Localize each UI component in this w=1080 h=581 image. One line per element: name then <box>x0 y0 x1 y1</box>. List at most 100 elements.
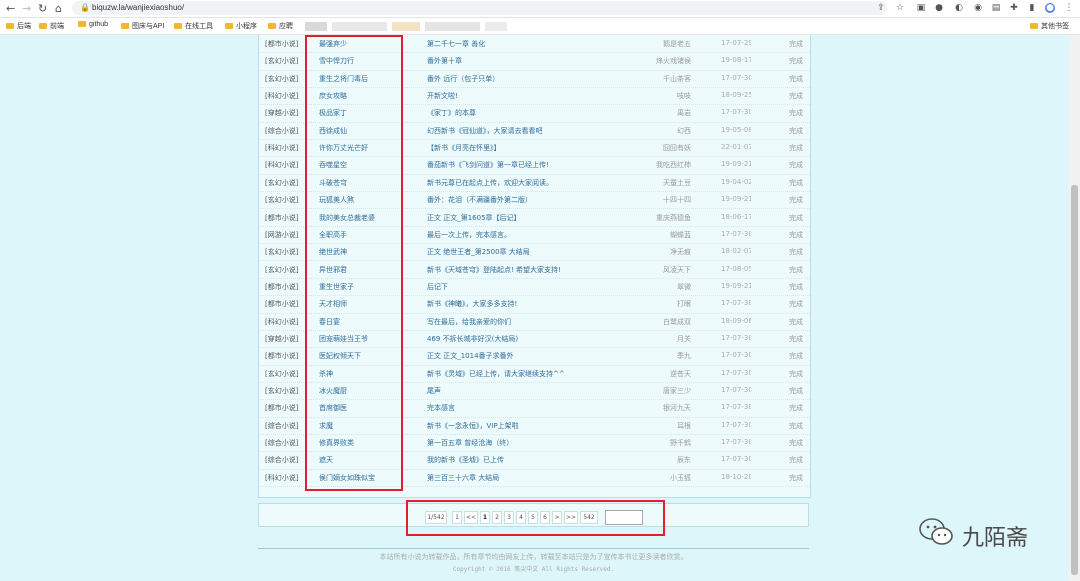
extension-icon[interactable]: ● <box>934 3 944 13</box>
novel-category: [都市小说] <box>265 404 299 413</box>
bookmark-folder[interactable]: 在线工具 <box>174 21 213 31</box>
other-bookmarks[interactable]: 其他书签 <box>1030 21 1069 31</box>
back-arrow-icon[interactable]: ← <box>6 2 15 15</box>
footer-notice: 本站所有小说为转载作品，所有章节均由网友上传，转载至本站只是为了宣传本书让更多读… <box>379 553 688 561</box>
scrollbar[interactable] <box>1069 35 1080 581</box>
update-date: 18-02-07 <box>721 247 751 256</box>
menu-icon[interactable]: ⋮ <box>1064 3 1074 13</box>
novel-category: [网游小说] <box>265 230 299 239</box>
bookmark-folder[interactable]: 后端 <box>6 21 31 31</box>
update-date: 17-07-30 <box>721 368 751 377</box>
novel-author: 天蚕土豆 <box>663 178 691 187</box>
extension-icon[interactable]: ▤ <box>991 3 1001 13</box>
browser-toolbar: ← → ↻ ⌂ 🔒 biquzw.la/wanjiexiaoshuo/ ⇪ ☆ … <box>0 0 1080 18</box>
latest-chapter[interactable]: 第一百五章 曾经沧海（终） <box>427 438 617 448</box>
latest-chapter[interactable]: 番茄新书《飞剑问道》第一章已经上传! <box>427 160 617 170</box>
update-date: 17-07-30 <box>721 299 751 308</box>
bookmark-folder[interactable]: 应聘 <box>268 21 293 31</box>
latest-chapter[interactable]: 正文 正文_第1605章【后记】 <box>427 213 617 223</box>
bookmark-folder[interactable]: 前端 <box>39 21 64 31</box>
update-date: 19-04-02 <box>721 177 751 186</box>
latest-chapter[interactable]: 新书《天域苍穹》登陆起点! 希望大家支持! <box>427 265 617 275</box>
home-icon[interactable]: ⌂ <box>55 2 62 15</box>
blurred-bookmark <box>425 22 480 31</box>
latest-chapter[interactable]: 【新书《月亮在怀里》】 <box>427 143 617 153</box>
extension-icon[interactable]: ◐ <box>954 3 964 13</box>
novel-author: 白鹭成双 <box>663 317 691 326</box>
sidebar-icon[interactable]: ▮ <box>1027 3 1037 13</box>
novel-status: 完成 <box>789 109 803 118</box>
share-icon[interactable]: ⇪ <box>876 3 886 13</box>
latest-chapter[interactable]: 正文 正文_1014番子求番外 <box>427 351 617 361</box>
novel-status: 完成 <box>789 300 803 309</box>
update-date: 19-09-21 <box>721 281 751 290</box>
novel-category: [都市小说] <box>265 213 299 222</box>
latest-chapter[interactable]: 新书元尊已在起点上传，欢迎大家阅读。 <box>427 178 617 188</box>
latest-chapter[interactable]: 469 不拆长城非好汉(大结局) <box>427 334 617 344</box>
update-date: 18-09-06 <box>721 316 751 325</box>
folder-icon <box>121 23 129 29</box>
latest-chapter[interactable]: 幻西新书《冠仙道》，大家请去看看吧 <box>427 126 617 136</box>
novel-status: 完成 <box>789 144 803 153</box>
novel-author: 蝴蝶蓝 <box>670 230 691 239</box>
novel-status: 完成 <box>789 40 803 48</box>
latest-chapter[interactable]: 番外第十章 <box>427 56 617 66</box>
latest-chapter[interactable]: 新书《神曦》，大家多多支持! <box>427 299 617 309</box>
novel-category: [科幻小说] <box>265 473 299 482</box>
folder-icon <box>268 23 276 29</box>
update-date: 18-10-20 <box>721 472 751 481</box>
reload-icon[interactable]: ↻ <box>38 2 47 15</box>
latest-chapter[interactable]: 尾声 <box>427 386 617 396</box>
novel-category: [玄幻小说] <box>265 265 299 274</box>
latest-chapter[interactable]: 写在最后，给我亲爱的你们 <box>427 317 617 327</box>
latest-chapter[interactable]: 完本感言 <box>427 403 617 413</box>
novel-author: 唐家三少 <box>663 387 691 395</box>
latest-chapter[interactable]: 新书《灵域》已经上传，请大家继续支持^^ <box>427 369 617 379</box>
latest-chapter[interactable]: 我的新书《圣墟》已上传 <box>427 455 617 465</box>
novel-author: 打眼 <box>677 300 691 309</box>
latest-chapter[interactable]: 番外：花泪（不满疆番外第二版） <box>427 195 617 205</box>
folder-icon <box>225 23 233 29</box>
watermark-text: 九陌斋 <box>962 526 1029 551</box>
latest-chapter[interactable]: 番外 远行（包子只单） <box>427 74 617 84</box>
avatar[interactable]: ● <box>1045 3 1055 13</box>
novel-category: [科幻小说] <box>265 317 299 326</box>
latest-chapter[interactable]: 第三百三十六章 大结局 <box>427 473 617 483</box>
update-date: 19-05-08 <box>721 125 751 134</box>
latest-chapter[interactable]: 开新文啦! <box>427 91 617 101</box>
address-bar[interactable]: 🔒 biquzw.la/wanjiexiaoshuo/ <box>72 1 887 15</box>
bookmark-folder[interactable]: 图床与API <box>121 21 164 31</box>
folder-icon <box>78 21 86 27</box>
extension-icon[interactable]: ▣ <box>916 3 926 13</box>
novel-author: 银河九天 <box>663 404 691 413</box>
novel-status: 完成 <box>789 421 803 430</box>
latest-chapter[interactable]: 最后一次上传，完本感言。 <box>427 230 617 240</box>
novel-category: [穿越小说] <box>265 334 299 343</box>
novel-status: 完成 <box>789 317 803 326</box>
puzzle-icon[interactable]: ✚ <box>1009 3 1019 13</box>
latest-chapter[interactable]: 正文 绝世王者_第2500章 大结局 <box>427 247 617 257</box>
footer-copyright: Copyright © 2016 笔尖中文 All Rights Reserve… <box>452 566 615 573</box>
latest-chapter[interactable]: 《家丁》的本尊 <box>427 108 617 118</box>
bookmark-folder[interactable]: github <box>78 21 108 31</box>
latest-chapter[interactable]: 后记下 <box>427 282 617 292</box>
star-icon[interactable]: ☆ <box>895 3 905 13</box>
highlight-box-pagination <box>406 500 665 536</box>
novel-author: 风凌天下 <box>663 265 691 274</box>
forward-arrow-icon[interactable]: → <box>22 2 31 15</box>
latest-chapter[interactable]: 第二千七一章 善化 <box>427 39 617 49</box>
extension-icon[interactable]: ◉ <box>973 3 983 13</box>
novel-status: 完成 <box>789 352 803 361</box>
novel-category: [综合小说] <box>265 421 299 430</box>
update-date: 19-09-21 <box>721 195 751 204</box>
latest-chapter[interactable]: 新书《一念永恒》，VIP上架啦 <box>427 421 617 431</box>
bookmark-folder[interactable]: 小程序 <box>225 21 257 31</box>
novel-author: 野千鹤 <box>670 439 691 448</box>
novel-category: [穿越小说] <box>265 109 299 118</box>
novel-author: 耳根 <box>677 421 691 430</box>
novel-author: 月关 <box>677 334 691 343</box>
novel-category: [玄幻小说] <box>265 248 299 257</box>
novel-category: [科幻小说] <box>265 144 299 153</box>
novel-author: 我吃西红柿 <box>656 161 691 170</box>
scrollbar-thumb[interactable] <box>1071 185 1078 575</box>
